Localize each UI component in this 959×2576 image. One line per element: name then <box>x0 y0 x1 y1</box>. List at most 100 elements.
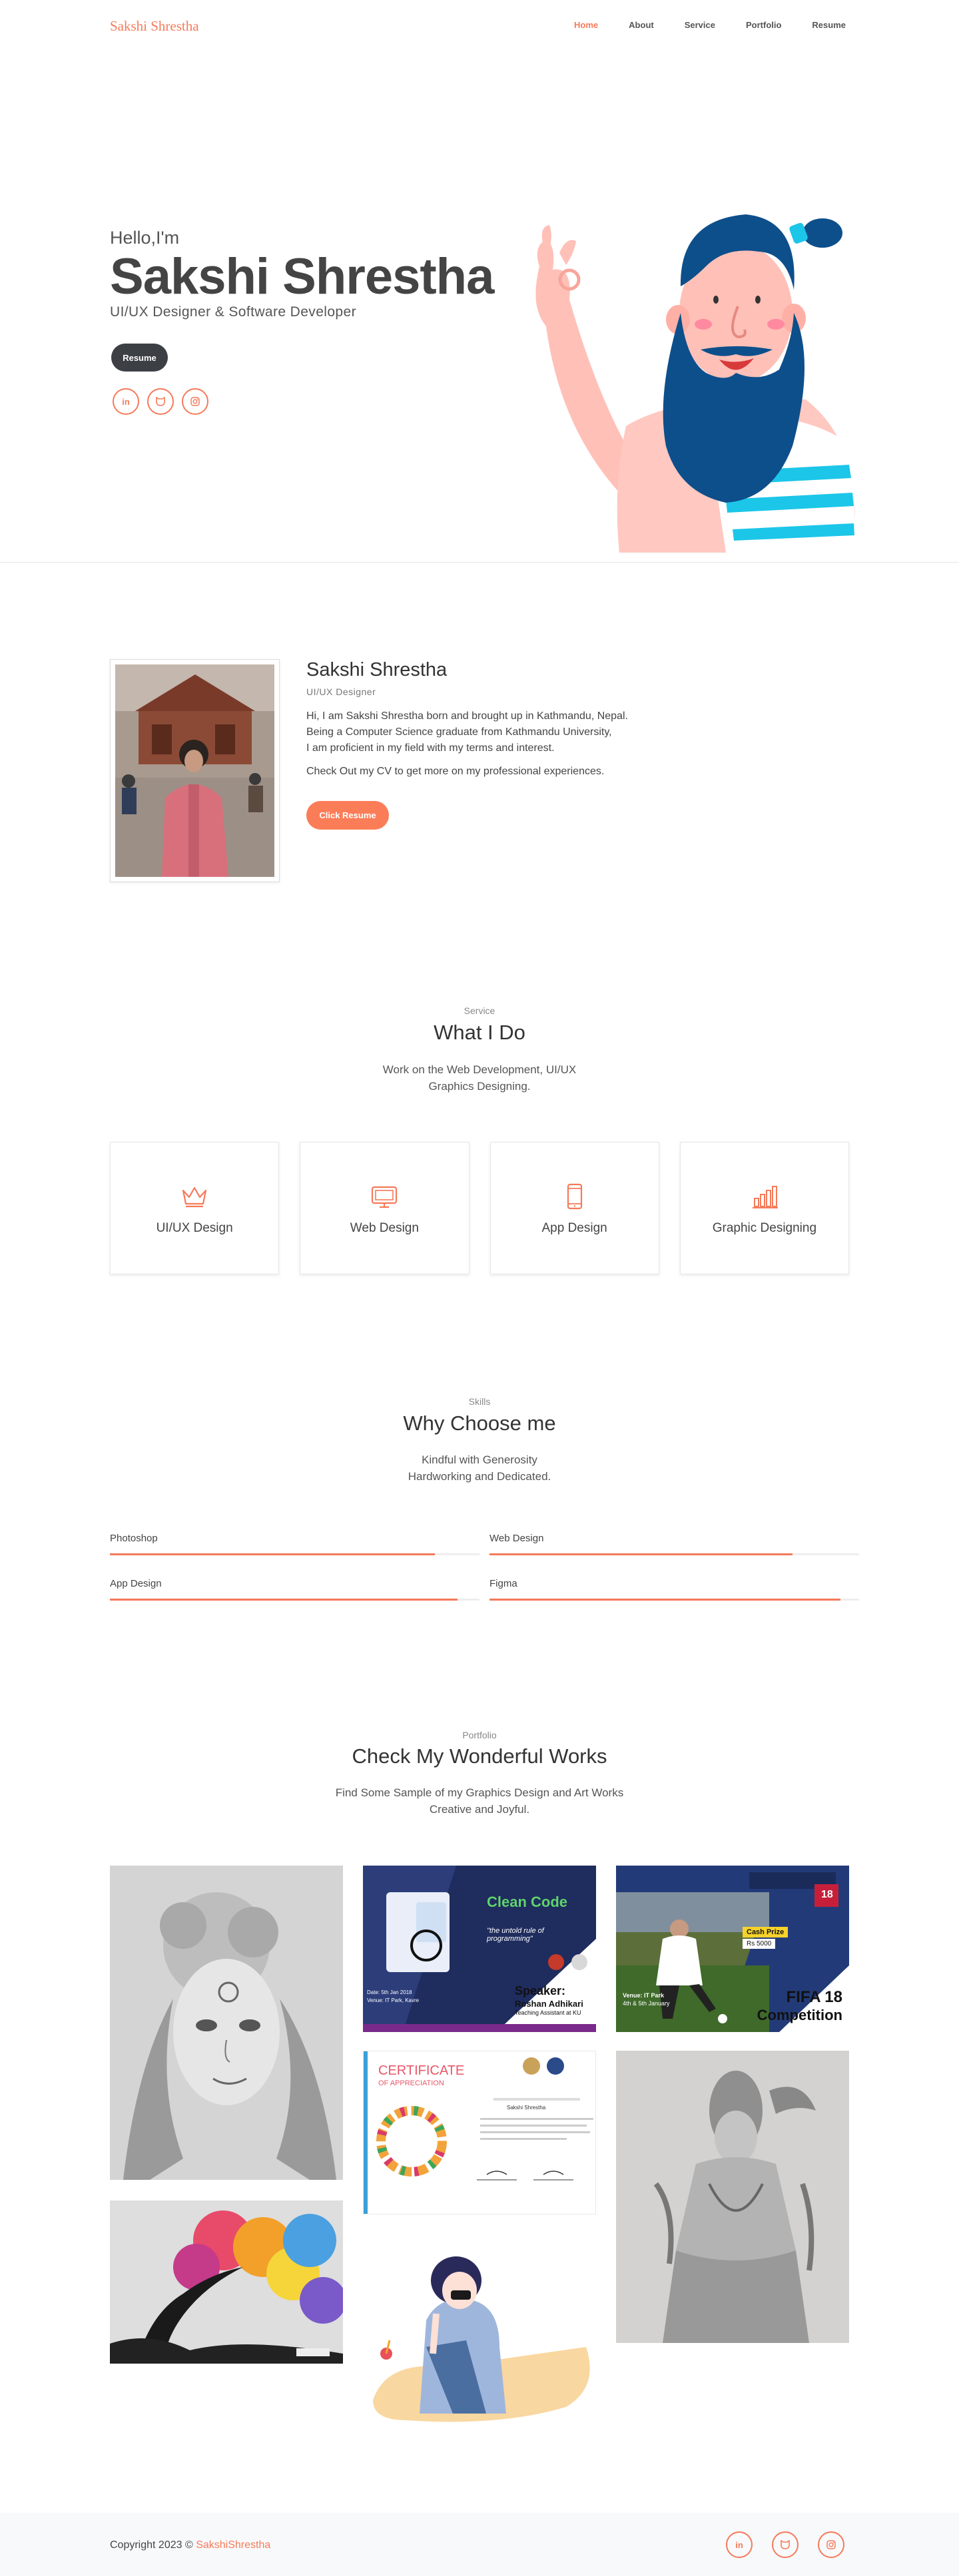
bearded-man-illustration <box>535 214 856 553</box>
service-label: Graphic Designing <box>712 1220 817 1235</box>
skills-title: Why Choose me <box>403 1412 556 1435</box>
skill-fill <box>489 1599 841 1601</box>
hero-socials: in <box>113 388 208 415</box>
skill-label: Photoshop <box>110 1533 158 1544</box>
skill-figma: Figma <box>489 1578 859 1601</box>
event-date: Date: 5th Jan 2018 <box>367 1989 412 1995</box>
fifa-title: FIFA 18 <box>786 1988 842 2006</box>
event-venue: Venue: IT Park, Kavre <box>367 1997 420 2003</box>
monitor-icon <box>372 1186 398 1208</box>
portfolio-title: Check My Wonderful Works <box>352 1744 607 1768</box>
top-navbar: Sakshi Shrestha Home About Service Portf… <box>0 0 959 53</box>
linkedin-icon[interactable]: in <box>726 2531 753 2558</box>
footer-copyright: Copyright 2023 © SakshiShrestha <box>110 2539 270 2551</box>
portfolio-item-fifa-poster[interactable]: 18 Cash Prize Rs 5000 Venue: IT Park 4th… <box>616 1866 849 2032</box>
click-resume-button[interactable]: Click Resume <box>306 801 389 830</box>
service-label: App Design <box>541 1220 607 1235</box>
service-label: Web Design <box>350 1220 419 1235</box>
nav-item-home[interactable]: Home <box>574 20 598 30</box>
fifa-date: 4th & 5th January <box>623 2000 670 2007</box>
skill-app-design: App Design <box>110 1578 480 1601</box>
skills-tag: Skills <box>468 1396 491 1407</box>
github-icon[interactable] <box>772 2531 799 2558</box>
hero-section: Hello,I'm Sakshi Shrestha UI/UX Designer… <box>0 53 959 563</box>
nav-item-service[interactable]: Service <box>685 20 715 30</box>
skills-subtitle-line: Hardworking and Dedicated. <box>408 1470 551 1483</box>
about-name: Sakshi Shrestha <box>306 659 448 680</box>
nav-item-resume[interactable]: Resume <box>812 20 846 30</box>
skills-subtitle-line: Kindful with Generosity <box>422 1453 537 1466</box>
chart-icon <box>752 1185 778 1208</box>
services-title: What I Do <box>434 1021 525 1044</box>
copyright-text: Copyright 2023 © <box>110 2539 193 2551</box>
services-subtitle: Work on the Web Development, UI/UX Graph… <box>0 1061 959 1095</box>
nav-item-portfolio[interactable]: Portfolio <box>746 20 781 30</box>
skill-photoshop: Photoshop <box>110 1533 480 1555</box>
services-subtitle-line: Work on the Web Development, UI/UX <box>382 1063 577 1076</box>
skill-label: Figma <box>489 1578 517 1589</box>
about-bio-line: Being a Computer Science graduate from K… <box>306 726 612 738</box>
service-card-app[interactable]: App Design <box>489 1142 659 1274</box>
linkedin-icon[interactable]: in <box>113 388 139 415</box>
nav-item-about[interactable]: About <box>629 20 654 30</box>
fifa-venue: Venue: IT Park <box>623 1992 665 1999</box>
about-bio-line: Hi, I am Sakshi Shrestha born and brough… <box>306 710 628 722</box>
portfolio-subtitle-line: Creative and Joyful. <box>429 1803 530 1816</box>
about-bio-line: I am proficient in my field with my term… <box>306 742 555 754</box>
service-card-uiux[interactable]: UI/UX Design <box>110 1142 280 1274</box>
skill-track <box>489 1599 859 1601</box>
certificate-recipient: Sakshi Shrestha <box>507 2105 546 2111</box>
skill-fill <box>110 1553 436 1555</box>
portfolio-subtitle: Find Some Sample of my Graphics Design a… <box>0 1784 959 1818</box>
skill-label: App Design <box>110 1578 162 1589</box>
certificate-subtitle: OF APPRECIATION <box>378 2079 444 2087</box>
about-bio: Hi, I am Sakshi Shrestha born and brough… <box>306 708 679 756</box>
github-icon[interactable] <box>147 388 174 415</box>
fifa-badge: 18 <box>821 1889 833 1900</box>
footer-name-link[interactable]: SakshiShrestha <box>196 2539 270 2551</box>
speaker-label: Speaker: <box>515 1984 566 1997</box>
about-role: UI/UX Designer <box>306 686 376 697</box>
about-cv-text: Check Out my CV to get more on my profes… <box>306 766 605 777</box>
portfolio-item-girl-illustration[interactable] <box>366 2254 596 2427</box>
nav-menu: Home About Service Portfolio Resume <box>543 20 846 30</box>
portfolio-item-clean-code-poster[interactable]: Clean Code "the untold rule of programmi… <box>363 1866 596 2032</box>
services-tag: Service <box>464 1005 495 1016</box>
mobile-icon <box>567 1183 582 1209</box>
portfolio-item-girl-sketch[interactable] <box>110 1866 343 2180</box>
instagram-icon[interactable] <box>818 2531 844 2558</box>
footer-socials: in <box>726 2531 844 2558</box>
brand-logo[interactable]: Sakshi Shrestha <box>110 18 199 35</box>
skill-web-design: Web Design <box>489 1533 859 1555</box>
service-label: UI/UX Design <box>156 1220 233 1235</box>
skill-fill <box>489 1553 793 1555</box>
skill-label: Web Design <box>489 1533 544 1544</box>
fifa-subtitle: Competition <box>757 2007 842 2023</box>
portfolio-item-shiva-sketch[interactable] <box>616 2051 849 2343</box>
skills-subtitle: Kindful with Generosity Hardworking and … <box>0 1451 959 1485</box>
skill-track <box>489 1553 859 1555</box>
skill-fill <box>110 1599 458 1601</box>
crown-icon <box>182 1186 207 1207</box>
resume-button[interactable]: Resume <box>111 344 168 372</box>
instagram-icon[interactable] <box>182 388 208 415</box>
hero-role: UI/UX Designer & Software Developer <box>110 304 356 320</box>
portfolio-tag: Portfolio <box>462 1730 497 1740</box>
service-cards: UI/UX Design Web Design App Design Graph… <box>110 1142 849 1274</box>
cash-prize-label: Cash Prize <box>743 1927 789 1937</box>
skill-track <box>110 1553 480 1555</box>
clean-code-title: Clean Code <box>487 1894 568 1910</box>
portfolio-item-tree-painting[interactable] <box>110 2200 343 2364</box>
service-card-web[interactable]: Web Design <box>300 1142 470 1274</box>
footer: Copyright 2023 © SakshiShrestha in <box>0 2513 959 2576</box>
clean-code-tagline: "the untold rule of programming" <box>487 1927 544 1943</box>
speaker-role: Teaching Assistant at KU <box>515 2009 581 2016</box>
service-card-graphic[interactable]: Graphic Designing <box>679 1142 849 1274</box>
hero-name: Sakshi Shrestha <box>110 248 494 305</box>
services-subtitle-line: Graphics Designing. <box>428 1080 531 1093</box>
skill-track <box>110 1599 480 1601</box>
portfolio-item-certificate[interactable]: CERTIFICATE OF APPRECIATION Sakshi Shres… <box>363 2051 596 2214</box>
cash-prize-amount: Rs 5000 <box>743 1939 776 1949</box>
hero-greeting: Hello,I'm <box>110 228 180 248</box>
portfolio-subtitle-line: Find Some Sample of my Graphics Design a… <box>335 1786 624 1799</box>
